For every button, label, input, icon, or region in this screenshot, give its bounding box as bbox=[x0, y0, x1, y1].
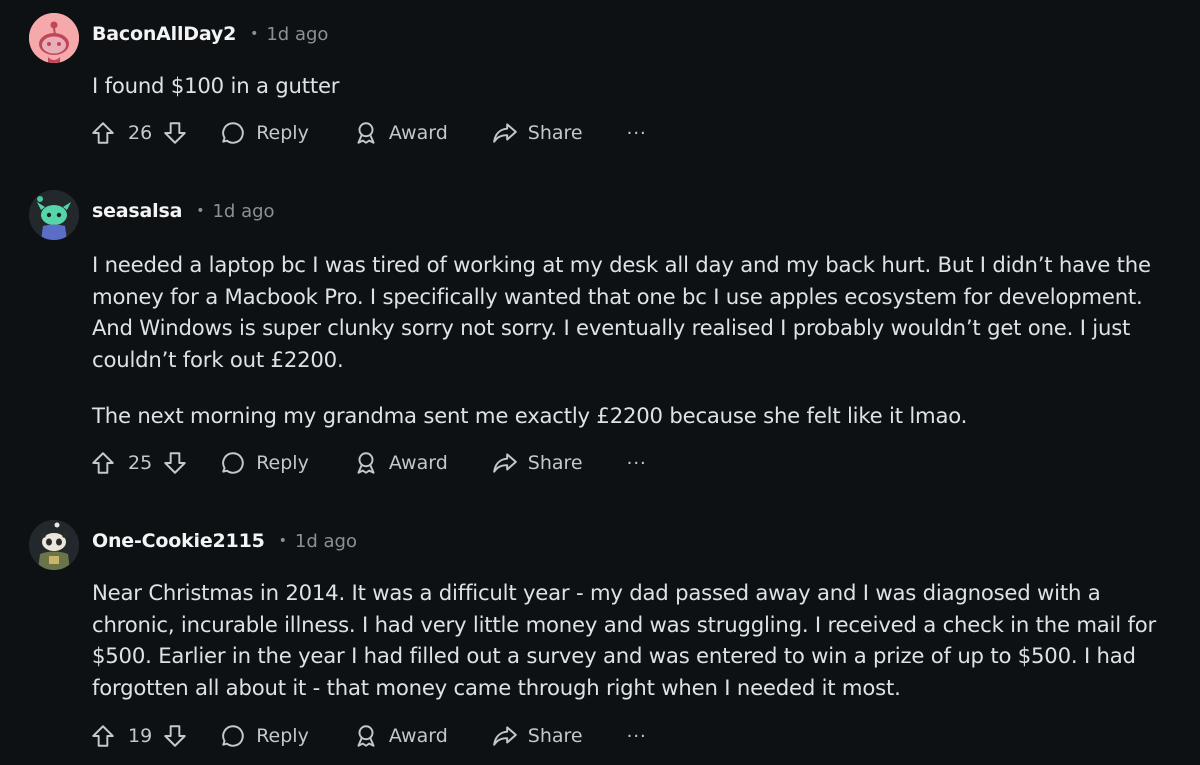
vote-group: 25 bbox=[90, 450, 188, 476]
comment-actions: 25 Reply Award Share ··· bbox=[90, 443, 647, 483]
share-icon bbox=[492, 726, 517, 746]
username[interactable]: One-Cookie2115 bbox=[92, 530, 265, 552]
comment-paragraph: The next morning my grandma sent me exac… bbox=[92, 403, 968, 428]
snoo-avatar-green-icon bbox=[29, 190, 79, 240]
comment-meta: seasalsa • 1d ago bbox=[92, 196, 275, 226]
comment-body: I found $100 in a gutter bbox=[92, 70, 1182, 102]
username[interactable]: BaconAllDay2 bbox=[92, 23, 236, 45]
vote-group: 26 bbox=[90, 120, 188, 146]
reply-label: Reply bbox=[256, 725, 309, 747]
separator-dot: • bbox=[278, 533, 287, 549]
avatar[interactable] bbox=[29, 190, 79, 240]
comment-body: I needed a laptop bc I was tired of work… bbox=[92, 249, 1182, 432]
comment-paragraph: Near Christmas in 2014. It was a difficu… bbox=[92, 580, 1156, 700]
share-icon bbox=[492, 123, 517, 143]
share-button[interactable]: Share bbox=[492, 120, 583, 146]
share-label: Share bbox=[527, 452, 583, 474]
vote-group: 19 bbox=[90, 723, 188, 749]
upvote-icon[interactable] bbox=[90, 120, 116, 146]
separator-dot: • bbox=[250, 26, 259, 42]
comment-actions: 19 Reply Award Share ··· bbox=[90, 716, 647, 756]
award-button[interactable]: Award bbox=[353, 723, 448, 749]
reply-button[interactable]: Reply bbox=[220, 450, 309, 476]
award-icon bbox=[357, 122, 375, 144]
vote-count: 25 bbox=[128, 452, 153, 474]
award-label: Award bbox=[388, 725, 448, 747]
comment-meta: One-Cookie2115 • 1d ago bbox=[92, 526, 357, 556]
comment-bubble-icon bbox=[222, 122, 244, 144]
award-button[interactable]: Award bbox=[353, 450, 448, 476]
vote-count: 19 bbox=[128, 725, 153, 747]
timestamp[interactable]: 1d ago bbox=[212, 201, 274, 222]
vote-count: 26 bbox=[128, 122, 153, 144]
share-button[interactable]: Share bbox=[492, 723, 583, 749]
comment-actions: 26 Reply Award Share ··· bbox=[90, 113, 647, 153]
downvote-icon[interactable] bbox=[162, 450, 188, 476]
award-icon bbox=[357, 452, 375, 474]
share-button[interactable]: Share bbox=[492, 450, 583, 476]
award-icon bbox=[357, 725, 375, 747]
avatar[interactable] bbox=[29, 520, 79, 570]
avatar[interactable] bbox=[29, 13, 79, 63]
award-label: Award bbox=[388, 122, 448, 144]
share-icon bbox=[492, 453, 517, 473]
share-label: Share bbox=[527, 122, 583, 144]
snoo-avatar-pink-icon bbox=[29, 13, 79, 63]
timestamp[interactable]: 1d ago bbox=[266, 24, 328, 45]
award-label: Award bbox=[388, 452, 448, 474]
upvote-icon[interactable] bbox=[90, 450, 116, 476]
comment-paragraph: I needed a laptop bc I was tired of work… bbox=[92, 252, 1151, 372]
reply-button[interactable]: Reply bbox=[220, 120, 309, 146]
reply-label: Reply bbox=[256, 452, 309, 474]
downvote-icon[interactable] bbox=[162, 723, 188, 749]
username[interactable]: seasalsa bbox=[92, 200, 182, 222]
comment-body: Near Christmas in 2014. It was a difficu… bbox=[92, 577, 1182, 703]
more-options-button[interactable]: ··· bbox=[627, 453, 647, 474]
timestamp[interactable]: 1d ago bbox=[295, 531, 357, 552]
comment-paragraph: I found $100 in a gutter bbox=[92, 73, 340, 98]
comment-bubble-icon bbox=[222, 452, 244, 474]
share-label: Share bbox=[527, 725, 583, 747]
more-options-button[interactable]: ··· bbox=[627, 123, 647, 144]
comment-meta: BaconAllDay2 • 1d ago bbox=[92, 19, 328, 49]
award-button[interactable]: Award bbox=[353, 120, 448, 146]
downvote-icon[interactable] bbox=[162, 120, 188, 146]
snoo-avatar-panda-icon bbox=[29, 520, 79, 570]
upvote-icon[interactable] bbox=[90, 723, 116, 749]
more-options-button[interactable]: ··· bbox=[627, 726, 647, 747]
reply-button[interactable]: Reply bbox=[220, 723, 309, 749]
separator-dot: • bbox=[196, 203, 205, 219]
comment-bubble-icon bbox=[222, 725, 244, 747]
reply-label: Reply bbox=[256, 122, 309, 144]
